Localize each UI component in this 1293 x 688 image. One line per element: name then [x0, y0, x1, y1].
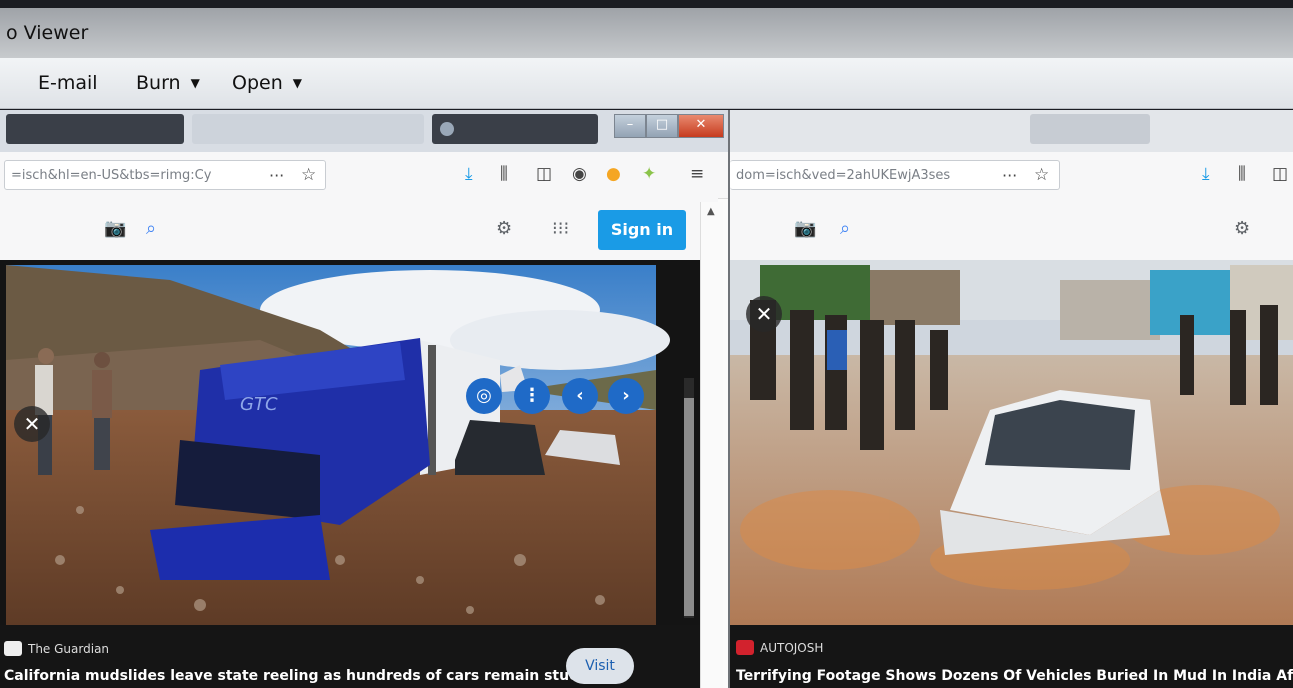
nav-bar: dom=isch&ved=2ahUKEwjA3ses ··· ☆ ⤓ ⫼ ◫ — [730, 152, 1293, 199]
menu-email[interactable]: E-mail — [38, 72, 98, 94]
menu-burn[interactable]: Burn ▼ — [136, 72, 200, 94]
menu-open[interactable]: Open ▼ — [232, 72, 302, 94]
sidebar-icon[interactable]: ◫ — [1272, 164, 1288, 184]
truck-logo-text: GTC — [240, 394, 278, 415]
tab-favicon-icon — [440, 122, 454, 136]
library-icon[interactable]: ⫼ — [500, 164, 508, 184]
camera-icon[interactable]: 📷 — [794, 218, 816, 239]
left-image-title[interactable]: California mudslides leave state reeling… — [4, 668, 593, 684]
apps-icon[interactable]: ⁝⁝⁝ — [552, 218, 569, 239]
right-image-source[interactable]: AUTOJOSH — [736, 640, 823, 655]
menu-burn-label: Burn — [136, 72, 181, 94]
url-text: dom=isch&ved=2ahUKEwjA3ses — [736, 168, 951, 183]
left-image-source[interactable]: The Guardian — [4, 641, 109, 656]
page-toolbar: 📷 ⌕ ⚙ — [730, 198, 1293, 260]
right-image-title[interactable]: Terrifying Footage Shows Dozens Of Vehic… — [736, 668, 1293, 684]
menu-icon[interactable]: ≡ — [690, 164, 704, 184]
nav-bar: =isch&hl=en-US&tbs=rimg:Cy ··· ☆ ⤓ ⫼ ◫ ◉… — [0, 152, 728, 199]
account-icon[interactable]: ◉ — [572, 164, 587, 184]
library-icon[interactable]: ⫼ — [1238, 164, 1246, 184]
search-icon[interactable]: ⌕ — [146, 218, 156, 239]
star-icon[interactable]: ☆ — [1034, 161, 1049, 189]
sign-in-button[interactable]: Sign in — [598, 210, 686, 250]
visit-button[interactable]: Visit — [566, 648, 634, 684]
url-text: =isch&hl=en-US&tbs=rimg:Cy — [11, 168, 212, 183]
search-icon[interactable]: ⌕ — [840, 218, 850, 239]
menu-email-label: E-mail — [38, 72, 98, 94]
browser-tab[interactable] — [1030, 114, 1150, 144]
settings-icon[interactable]: ⚙ — [496, 218, 512, 239]
maximize-icon[interactable]: □ — [646, 114, 678, 138]
page-toolbar: 📷 ⌕ ⚙ ⁝⁝⁝ Sign in — [0, 198, 718, 260]
chevron-down-icon: ▼ — [292, 76, 302, 90]
browser-tab[interactable] — [192, 114, 424, 144]
right-source-label: AUTOJOSH — [760, 641, 824, 655]
more-vert-icon[interactable]: ⋮ — [514, 378, 550, 414]
menu-open-label: Open — [232, 72, 283, 94]
url-bar[interactable]: dom=isch&ved=2ahUKEwjA3ses ··· ☆ — [730, 160, 1060, 190]
app-titlebar: o Viewer — [0, 8, 1293, 58]
panel-scrollbar[interactable] — [684, 378, 694, 618]
left-browser-window: – □ ✕ =isch&hl=en-US&tbs=rimg:Cy ··· ☆ ⤓… — [0, 110, 730, 688]
browser-tab[interactable] — [432, 114, 598, 144]
tab-strip — [730, 110, 1293, 152]
addon-icon[interactable]: ● — [606, 164, 621, 184]
download-icon[interactable]: ⤓ — [465, 164, 473, 184]
autojosh-logo-icon — [736, 640, 754, 655]
more-icon[interactable]: ··· — [1002, 161, 1017, 189]
prev-icon[interactable]: ‹ — [562, 378, 598, 414]
more-icon[interactable]: ··· — [269, 161, 284, 189]
camera-icon[interactable]: 📷 — [104, 218, 126, 239]
chevron-down-icon: ▼ — [190, 76, 200, 90]
url-bar[interactable]: =isch&hl=en-US&tbs=rimg:Cy ··· ☆ — [4, 160, 326, 190]
left-source-label: The Guardian — [28, 642, 110, 656]
image-preview-panel: GTC ◎ ⋮ ‹ › ✕ — [0, 260, 700, 688]
window-controls: – □ ✕ — [614, 114, 724, 138]
scrollbar[interactable]: ▲ — [700, 202, 723, 688]
app-title: o Viewer — [6, 22, 89, 44]
lens-icon[interactable]: ◎ — [466, 378, 502, 414]
mudslide-truck-photo: GTC — [6, 265, 670, 625]
minimize-icon[interactable]: – — [614, 114, 646, 138]
right-browser-window: dom=isch&ved=2ahUKEwjA3ses ··· ☆ ⤓ ⫼ ◫ 📷… — [730, 110, 1293, 688]
tab-strip: – □ ✕ — [0, 110, 728, 152]
sidebar-icon[interactable]: ◫ — [536, 164, 552, 184]
image-preview-panel: ✕ — [730, 260, 1293, 688]
close-icon[interactable]: ✕ — [746, 296, 782, 332]
scroll-up-icon[interactable]: ▲ — [707, 206, 715, 217]
browser-tab[interactable] — [6, 114, 184, 144]
next-icon[interactable]: › — [608, 378, 644, 414]
close-icon[interactable]: ✕ — [14, 406, 50, 442]
mud-flood-car-photo — [730, 260, 1293, 625]
download-icon[interactable]: ⤓ — [1202, 164, 1210, 184]
extension-icon[interactable]: ✦ — [642, 164, 656, 184]
app-menubar: E-mail Burn ▼ Open ▼ — [0, 58, 1293, 109]
close-window-icon[interactable]: ✕ — [678, 114, 724, 138]
guardian-logo-icon — [4, 641, 22, 656]
settings-icon[interactable]: ⚙ — [1234, 218, 1250, 239]
scroll-thumb[interactable] — [684, 398, 694, 616]
star-icon[interactable]: ☆ — [301, 161, 316, 189]
